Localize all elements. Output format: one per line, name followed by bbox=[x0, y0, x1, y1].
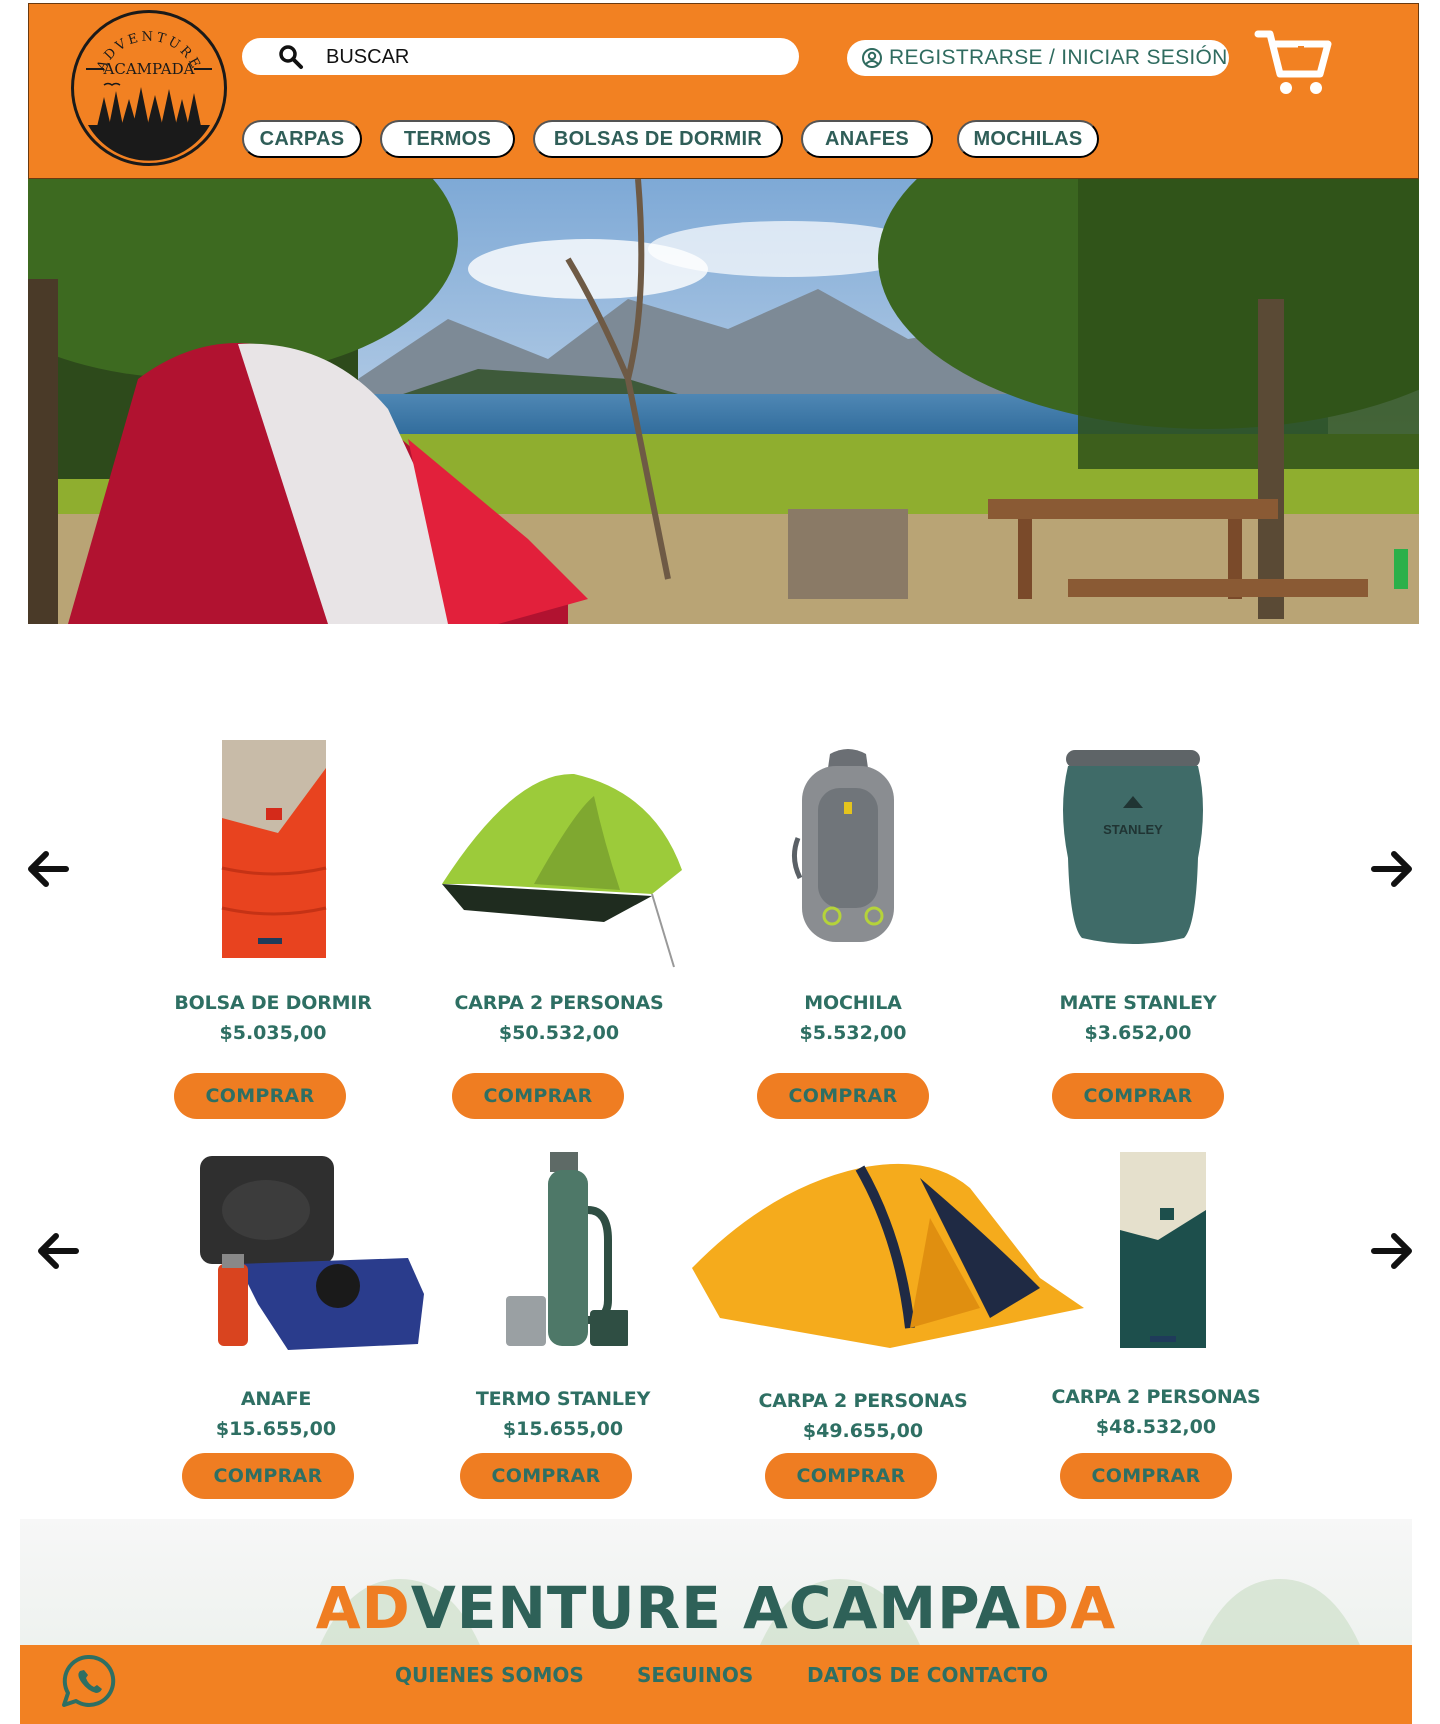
product-image-sleeping-bag-teal[interactable] bbox=[1118, 1150, 1208, 1354]
product-name: MATE STANLEY bbox=[1059, 992, 1217, 1014]
logo-graphic: ADVENTURE ACAMPADA bbox=[86, 30, 212, 161]
logo-name: ACAMPADA bbox=[103, 60, 195, 78]
buy-button[interactable]: COMPRAR bbox=[182, 1453, 354, 1499]
buy-button[interactable]: COMPRAR bbox=[1052, 1073, 1224, 1119]
search-input[interactable] bbox=[326, 44, 766, 70]
cart-plus-icon[interactable] bbox=[1254, 28, 1334, 98]
product-price: $15.655,00 bbox=[502, 1418, 624, 1440]
search-bar bbox=[242, 38, 799, 75]
product-image-tent-yellow[interactable] bbox=[690, 1158, 1084, 1352]
buy-button[interactable]: COMPRAR bbox=[174, 1073, 346, 1119]
buy-button[interactable]: COMPRAR bbox=[460, 1453, 632, 1499]
site-header: ADVENTURE ACAMPADA BUSCAR REGISTRARSE / … bbox=[28, 3, 1419, 179]
arrow-left-icon[interactable] bbox=[24, 845, 72, 893]
user-circle-icon bbox=[861, 47, 883, 69]
campsite-scene-image bbox=[28, 179, 1419, 624]
brand-logo[interactable]: ADVENTURE ACAMPADA bbox=[71, 10, 227, 166]
nav-mochilas[interactable]: MOCHILAS bbox=[957, 120, 1099, 158]
arrow-right-icon[interactable] bbox=[1368, 1227, 1416, 1275]
product-name: BOLSA DE DORMIR bbox=[174, 992, 372, 1014]
product-image-tent-green[interactable] bbox=[434, 772, 684, 976]
nav-anafes[interactable]: ANAFES bbox=[801, 120, 933, 158]
brand-banner: ADVENTURE ACAMPADA bbox=[20, 1519, 1412, 1645]
product-name: CARPA 2 PERSONAS bbox=[454, 992, 664, 1014]
buy-button[interactable]: COMPRAR bbox=[757, 1073, 929, 1119]
nav-bolsas-de-dormir[interactable]: BOLSAS DE DORMIR bbox=[533, 120, 783, 158]
login-button[interactable]: REGISTRARSE / INICIAR SESIÓN bbox=[847, 40, 1229, 76]
product-image-mate-stanley[interactable]: STANLEY bbox=[1058, 748, 1208, 952]
buy-button[interactable]: COMPRAR bbox=[765, 1453, 937, 1499]
buy-button[interactable]: COMPRAR bbox=[1060, 1453, 1232, 1499]
product-price: $49.655,00 bbox=[802, 1420, 924, 1442]
site-footer: QUIENES SOMOS SEGUINOS DATOS DE CONTACTO bbox=[20, 1645, 1412, 1724]
whatsapp-icon[interactable] bbox=[58, 1651, 118, 1711]
product-image-stove-blue[interactable] bbox=[198, 1154, 426, 1354]
product-name: ANAFE bbox=[240, 1388, 312, 1410]
arrow-left-icon[interactable] bbox=[34, 1227, 82, 1275]
product-image-thermos-green[interactable] bbox=[504, 1150, 630, 1354]
nav-carpas[interactable]: CARPAS bbox=[242, 120, 362, 158]
product-price: $15.655,00 bbox=[215, 1418, 337, 1440]
arrow-right-icon[interactable] bbox=[1368, 845, 1416, 893]
nav-termos[interactable]: TERMOS bbox=[380, 120, 515, 158]
product-name: TERMO STANLEY bbox=[475, 1388, 651, 1410]
product-name: MOCHILA bbox=[804, 992, 902, 1014]
product-price: $5.035,00 bbox=[219, 1022, 327, 1044]
search-icon[interactable] bbox=[278, 44, 304, 74]
product-image-sleeping-bag-red[interactable] bbox=[218, 738, 330, 964]
footer-link-datos-de-contacto[interactable]: DATOS DE CONTACTO bbox=[807, 1663, 1048, 1687]
product-name: CARPA 2 PERSONAS bbox=[758, 1390, 968, 1412]
login-label: REGISTRARSE / INICIAR SESIÓN bbox=[889, 46, 1228, 69]
svg-text:STANLEY: STANLEY bbox=[1103, 822, 1163, 837]
page: ADVENTURE ACAMPADA BUSCAR REGISTRARSE / … bbox=[0, 0, 1440, 1724]
footer-link-quienes-somos[interactable]: QUIENES SOMOS bbox=[395, 1663, 584, 1687]
hero-image bbox=[28, 179, 1419, 624]
buy-button[interactable]: COMPRAR bbox=[452, 1073, 624, 1119]
product-price: $48.532,00 bbox=[1095, 1416, 1217, 1438]
banner-title: ADVENTURE ACAMPADA bbox=[315, 1574, 1117, 1642]
product-price: $3.652,00 bbox=[1084, 1022, 1192, 1044]
product-price: $5.532,00 bbox=[799, 1022, 907, 1044]
product-image-backpack-grey[interactable] bbox=[790, 748, 905, 952]
product-name: CARPA 2 PERSONAS bbox=[1051, 1386, 1261, 1408]
product-price: $50.532,00 bbox=[498, 1022, 620, 1044]
footer-link-seguinos[interactable]: SEGUINOS bbox=[637, 1663, 753, 1687]
